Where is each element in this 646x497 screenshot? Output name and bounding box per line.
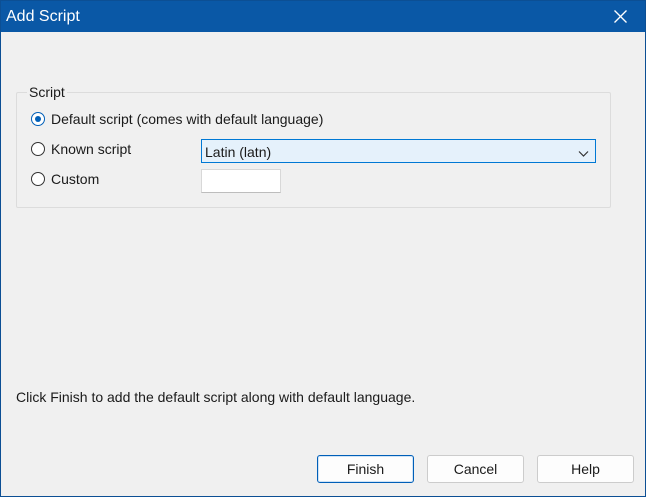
close-button[interactable] [601,1,641,32]
window-title: Add Script [6,8,80,25]
finish-button[interactable]: Finish [317,455,414,483]
radio-button-checked[interactable] [31,112,45,126]
help-button[interactable]: Help [537,455,634,483]
default-script-label: Default script (comes with default langu… [51,111,324,127]
cancel-button[interactable]: Cancel [427,455,524,483]
default-script-radio[interactable]: Default script (comes with default langu… [31,109,323,129]
script-group-label: Script [27,84,67,100]
radio-button[interactable] [31,172,45,186]
title-bar: Add Script [1,1,645,32]
chevron-down-icon [578,146,589,162]
custom-script-label: Custom [51,171,100,187]
known-script-dropdown[interactable]: Latin (latn) [201,139,596,163]
add-script-dialog: Add Script Script Default script (comes … [0,0,646,497]
known-script-radio[interactable]: Known script [31,139,131,159]
info-message: Click Finish to add the default script a… [16,389,416,405]
known-script-label: Known script [51,141,132,157]
custom-script-input[interactable] [201,169,281,193]
known-script-selected-value: Latin (latn) [205,144,272,160]
radio-button[interactable] [31,142,45,156]
custom-script-radio[interactable]: Custom [31,169,99,189]
